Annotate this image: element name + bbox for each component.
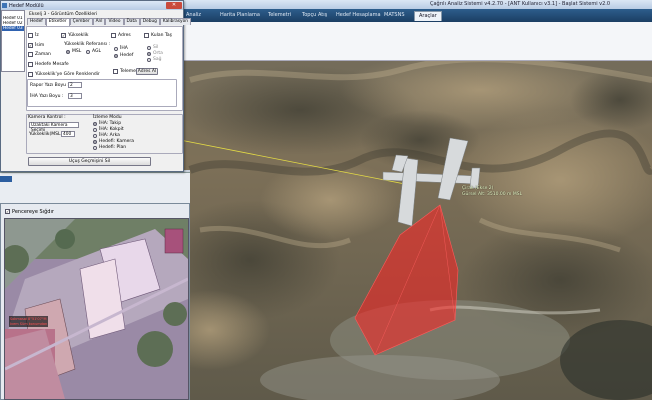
mode-radio[interactable] xyxy=(93,133,97,138)
altitude-msl-label: Yükseklik(MSL) : xyxy=(29,132,66,137)
yukseklik-checkbox[interactable]: ✓ xyxy=(61,33,66,38)
mode-radio[interactable] xyxy=(93,139,97,144)
altitude-ref-label: Yükseklik Referansı : xyxy=(64,42,110,47)
app-title-bar: Çağrılı Analiz Sistemi v4.2.70 - [ANT Ku… xyxy=(180,0,652,9)
camera-control-label: Kamera Kontrol : xyxy=(28,115,66,120)
yukseklik-renk-label: Yükseklik'ye Göre Renklendir xyxy=(35,72,100,77)
orta-radio[interactable] xyxy=(147,51,151,56)
fit-window-checkbox[interactable]: ✓ xyxy=(5,209,10,214)
iha-label: İHA xyxy=(120,46,128,51)
tab-hedef-hesaplama[interactable]: Hedef Hesaplama xyxy=(332,11,385,20)
iha-radio[interactable] xyxy=(114,46,118,51)
mode-label: İHA: Takip xyxy=(99,121,122,126)
close-icon[interactable]: ✕ xyxy=(166,2,182,9)
hedef-radio[interactable] xyxy=(114,53,118,58)
zaman-label: Zaman xyxy=(35,52,51,57)
aircraft-altitude: Gürsel Alt: 3510.00 m MSL xyxy=(462,192,523,197)
camera-select[interactable]: Uzaktaki Kamera Seçimi xyxy=(29,122,79,133)
kulan-tas-label: Kulan Taş xyxy=(151,33,172,38)
iz-label: İz xyxy=(35,33,39,38)
altitude-msl-input[interactable]: 400 xyxy=(61,131,75,137)
fit-window-label: Pencereye Sığdır xyxy=(12,208,54,215)
target-module-dialog[interactable]: Hedef Modülü ✕ Hedef 01 Hedef 02 Hedef 0… xyxy=(0,0,191,172)
tab-cember[interactable]: Çember xyxy=(69,18,93,25)
orta-label: Orta xyxy=(153,51,163,56)
toolbar-area xyxy=(180,22,652,61)
tab-topcu[interactable]: Topçu Atış xyxy=(298,11,331,20)
msl-radio[interactable] xyxy=(66,49,70,54)
sil-radio[interactable] xyxy=(147,45,151,50)
camera-video-feed[interactable]: Sokmasal 8°51'07"M Ivem Süm konumdan xyxy=(4,218,189,400)
tab-hedef[interactable]: Hedef xyxy=(27,18,46,25)
dialog-subtitle: Ekselj 3 - Görüntüm Özellikleri xyxy=(29,12,98,17)
tab-telemetri[interactable]: Telemetri xyxy=(264,11,295,20)
tab-kalibrasyon[interactable]: Kalibrasyon xyxy=(159,18,191,25)
tab-etiketler[interactable]: Etiketler xyxy=(45,18,70,26)
mode-radio[interactable] xyxy=(93,145,97,150)
clear-flight-history-button[interactable]: Uçuş Geçmişini Sil xyxy=(28,157,151,166)
tracking-mode-label: İzleme Modu xyxy=(93,115,122,120)
hedefe-mesafe-label: Hedefe Mesafe xyxy=(35,62,69,67)
tab-araclar[interactable]: Araçlar xyxy=(414,11,442,21)
mode-label: İHA: Arka xyxy=(99,133,120,138)
report-font-input[interactable]: 2 xyxy=(68,82,82,88)
tab-debug[interactable]: Debug xyxy=(139,18,160,25)
camera-panel: ✓ Pencereye Sığdır Sokmasal 8°51'07"M Iv… xyxy=(0,203,190,400)
selected-indicator xyxy=(0,176,12,182)
adres-al-button[interactable]: Adres Al xyxy=(136,68,158,75)
mode-label: Hedefi: Plan xyxy=(99,145,127,150)
dialog-title: Hedef Modülü xyxy=(9,2,44,9)
mode-radio[interactable] xyxy=(93,127,97,132)
telemetri-checkbox[interactable] xyxy=(113,69,118,74)
hedefe-mesafe-checkbox[interactable] xyxy=(28,62,33,67)
iz-checkbox[interactable] xyxy=(28,33,33,38)
main-tab-bar: Analiz Harita Planlama Telemetri Topçu A… xyxy=(180,9,652,23)
mode-label: Hedefi: Kamera xyxy=(99,139,134,144)
uav-font-input[interactable]: 3 xyxy=(68,93,82,99)
agl-radio[interactable] xyxy=(86,49,90,54)
tab-video[interactable]: Video xyxy=(105,18,124,25)
mode-label: İHA: Kokpit xyxy=(99,127,124,132)
dialog-tabs: Hedef Etiketler Çember Anl Video Data De… xyxy=(27,18,191,26)
kulan-tas-checkbox[interactable] xyxy=(144,33,149,38)
camera-overlay-info: Sokmasal 8°51'07"M Ivem Süm konumdan xyxy=(9,316,49,327)
sil-label: Sil xyxy=(153,45,159,50)
agl-label: AGL xyxy=(92,49,101,54)
yukseklik-renk-checkbox[interactable] xyxy=(28,72,33,77)
list-item-selected[interactable]: Hedef 03 xyxy=(2,26,24,31)
tab-data[interactable]: Data xyxy=(123,18,140,25)
isim-checkbox[interactable]: ✓ xyxy=(28,43,33,48)
uav-font-label: İHA Yazı Boyu : xyxy=(30,94,64,99)
mode-radio[interactable] xyxy=(93,121,97,126)
sag-radio[interactable] xyxy=(147,57,151,62)
report-font-label: Rapor Yazı Boyu : xyxy=(30,83,69,88)
aircraft-label: Çirak (Ekse 2) xyxy=(462,186,494,191)
target-list[interactable]: Hedef 01 Hedef 02 Hedef 03 xyxy=(1,10,25,72)
yukseklik-label: Yükseklik xyxy=(68,33,89,38)
hedef-label: Hedef xyxy=(120,53,134,58)
dialog-title-bar[interactable]: Hedef Modülü ✕ xyxy=(1,1,183,10)
zaman-checkbox[interactable] xyxy=(28,52,33,57)
tab-harita[interactable]: Harita Planlama xyxy=(216,11,264,20)
tab-anl[interactable]: Anl xyxy=(92,18,106,25)
adres-label: Adres xyxy=(118,33,131,38)
msl-label: MSL xyxy=(72,49,82,54)
tab-matsns[interactable]: MATSNS xyxy=(380,11,409,20)
app-icon xyxy=(2,2,7,8)
sag-label: Sağ xyxy=(153,57,162,62)
app-title: Çağrılı Analiz Sistemi v4.2.70 - [ANT Ku… xyxy=(430,1,611,7)
adres-checkbox[interactable] xyxy=(111,33,116,38)
left-tools-strip xyxy=(0,172,190,207)
isim-label: İsim xyxy=(35,43,45,48)
